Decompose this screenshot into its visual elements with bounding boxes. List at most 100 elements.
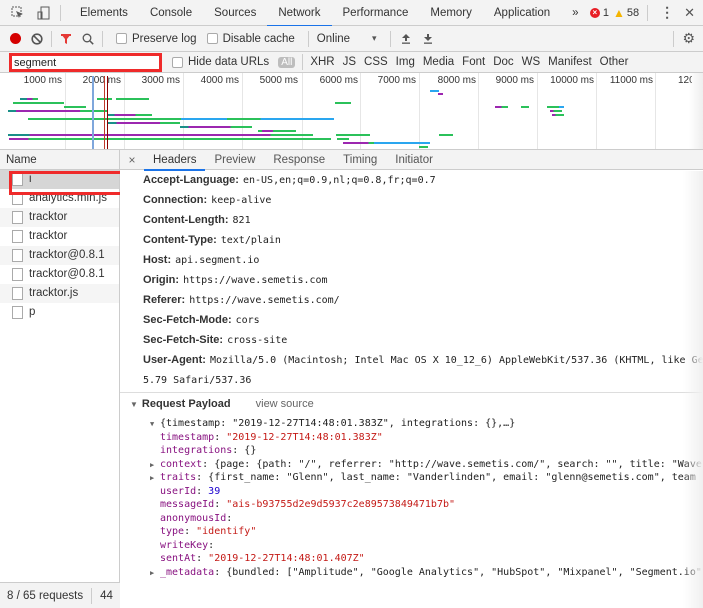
request-payload-section[interactable]: ▼ Request Payload view source xyxy=(120,393,703,415)
separator xyxy=(302,54,304,70)
filter-icon[interactable] xyxy=(60,33,72,45)
type-filter-font[interactable]: Font xyxy=(462,56,485,68)
type-filter-js[interactable]: JS xyxy=(343,56,356,68)
hide-data-urls-checkbox[interactable]: Hide data URLs xyxy=(172,56,269,68)
inspect-element-icon[interactable] xyxy=(8,4,26,22)
name-column-header[interactable]: Name xyxy=(0,150,119,170)
request-name: tracktor.js xyxy=(29,287,79,299)
colon: : xyxy=(202,458,215,470)
warning-count[interactable]: 58 xyxy=(627,7,639,19)
type-filter-manifest[interactable]: Manifest xyxy=(548,56,591,68)
throttling-select[interactable]: Online ▾ xyxy=(317,33,377,45)
tab-initiator[interactable]: Initiator xyxy=(386,150,442,170)
close-details-icon[interactable]: × xyxy=(120,153,144,167)
header-row: Connection: keep-alive xyxy=(120,190,703,210)
network-overview-timeline[interactable]: 1000 ms 2000 ms 3000 ms 4000 ms 5000 ms … xyxy=(0,73,703,150)
tab-memory[interactable]: Memory xyxy=(419,0,483,26)
type-filter-css[interactable]: CSS xyxy=(364,56,388,68)
disable-cache-checkbox[interactable]: Disable cache xyxy=(206,33,295,45)
request-row[interactable]: tracktor xyxy=(0,227,119,246)
tick-label: 1000 ms xyxy=(23,75,62,86)
request-row[interactable]: analytics.min.js xyxy=(0,189,119,208)
type-filter-img[interactable]: Img xyxy=(396,56,415,68)
header-row: User-Agent: Mozilla/5.0 (Macintosh; Intel… xyxy=(120,350,703,370)
payload-property: integrations: {} xyxy=(150,444,703,458)
error-count[interactable]: 1 xyxy=(603,7,609,19)
tick-label: 2000 ms xyxy=(82,75,121,86)
request-row[interactable]: tracktor@0.8.1 xyxy=(0,246,119,265)
view-source-link[interactable]: view source xyxy=(256,398,314,410)
request-row[interactable]: tracktor@0.8.1 xyxy=(0,265,119,284)
colon: : xyxy=(184,526,197,537)
tab-elements[interactable]: Elements xyxy=(69,0,139,26)
request-row[interactable]: i xyxy=(0,170,119,189)
type-filter-all[interactable]: All xyxy=(278,56,296,68)
close-icon[interactable]: ✕ xyxy=(684,5,695,21)
tab-headers[interactable]: Headers xyxy=(144,150,206,171)
expand-triangle-icon[interactable]: ▶ xyxy=(150,567,160,581)
kebab-menu-icon[interactable]: ⋮ xyxy=(660,4,674,21)
request-row[interactable]: tracktor xyxy=(0,208,119,227)
record-button[interactable] xyxy=(10,33,21,44)
payload-property[interactable]: ▶ traits: {first_name: "Glenn", last_name… xyxy=(150,471,703,485)
header-row: Referer: https://wave.semetis.com/ xyxy=(120,290,703,310)
checkbox[interactable] xyxy=(206,33,218,44)
tick-label: 3000 ms xyxy=(141,75,180,86)
import-har-icon[interactable] xyxy=(401,33,411,44)
type-filter-xhr[interactable]: XHR xyxy=(310,56,334,68)
type-filter-media[interactable]: Media xyxy=(423,56,454,68)
payload-property[interactable]: ▶ _metadata: {bundled: ["Amplitude", "Goo… xyxy=(150,566,703,580)
tab-timing[interactable]: Timing xyxy=(334,150,386,170)
expand-triangle-icon[interactable]: ▶ xyxy=(150,472,160,486)
tick-label: 4000 ms xyxy=(200,75,239,86)
settings-gear-icon[interactable]: ⚙ xyxy=(682,30,695,47)
request-name: tracktor@0.8.1 xyxy=(29,249,105,261)
export-har-icon[interactable] xyxy=(423,33,433,44)
payload-root[interactable]: ▼ {timestamp: "2019-12-27T14:48:01.383Z",… xyxy=(150,417,703,431)
payload-tree: ▼ {timestamp: "2019-12-27T14:48:01.383Z",… xyxy=(120,415,703,579)
device-toolbar-icon[interactable] xyxy=(34,4,52,22)
request-bar xyxy=(335,102,351,104)
tick-label: 10000 ms xyxy=(550,75,594,86)
search-icon[interactable] xyxy=(82,33,94,45)
request-row[interactable]: p xyxy=(0,303,119,322)
tab-network[interactable]: Network xyxy=(267,0,332,27)
more-tabs-button[interactable]: » xyxy=(561,0,589,26)
collapse-triangle-icon[interactable]: ▼ xyxy=(130,400,138,409)
preserve-log-checkbox[interactable]: Preserve log xyxy=(116,33,197,45)
tab-console[interactable]: Console xyxy=(139,0,203,26)
header-key: Sec-Fetch-Site: xyxy=(143,334,224,346)
expand-triangle-icon[interactable]: ▶ xyxy=(150,459,160,473)
type-filter-ws[interactable]: WS xyxy=(522,56,541,68)
request-bar xyxy=(336,134,370,136)
checkbox[interactable] xyxy=(172,56,183,68)
property-value: "identify" xyxy=(196,526,257,537)
payload-properties: timestamp: "2019-12-27T14:48:01.383Z" int… xyxy=(150,431,703,580)
tab-preview[interactable]: Preview xyxy=(205,150,264,170)
type-filter-other[interactable]: Other xyxy=(600,56,629,68)
expand-triangle-icon[interactable]: ▼ xyxy=(150,418,160,432)
header-key: Connection: xyxy=(143,194,208,206)
filter-input[interactable] xyxy=(9,53,162,72)
payload-property[interactable]: ▶ context: {page: {path: "/", referrer: "… xyxy=(150,458,703,472)
error-icon[interactable]: × xyxy=(589,7,600,18)
tab-response[interactable]: Response xyxy=(264,150,334,170)
tab-application[interactable]: Application xyxy=(483,0,561,26)
warning-icon[interactable]: ▲ xyxy=(613,6,625,20)
property-value: 39 xyxy=(208,485,221,497)
checkbox[interactable] xyxy=(116,33,127,44)
request-row[interactable]: tracktor.js xyxy=(0,284,119,303)
header-value: cors xyxy=(235,315,260,326)
clear-icon[interactable] xyxy=(31,32,43,45)
header-row: Sec-Fetch-Mode: cors xyxy=(120,310,703,330)
request-bar xyxy=(9,138,331,140)
request-bar xyxy=(64,106,86,108)
header-value: Mozilla/5.0 (Macintosh; Intel Mac OS X 1… xyxy=(209,355,703,366)
tab-performance[interactable]: Performance xyxy=(332,0,420,26)
request-list: Name i analytics.min.js tracktor trackto… xyxy=(0,150,120,608)
type-filter-doc[interactable]: Doc xyxy=(493,56,513,68)
header-key: Origin: xyxy=(143,274,180,286)
header-key: Content-Length: xyxy=(143,214,229,226)
property-value: "ais-b93755d2e9d5937c2e89573849471b7b" xyxy=(226,499,456,510)
tab-sources[interactable]: Sources xyxy=(203,0,267,26)
